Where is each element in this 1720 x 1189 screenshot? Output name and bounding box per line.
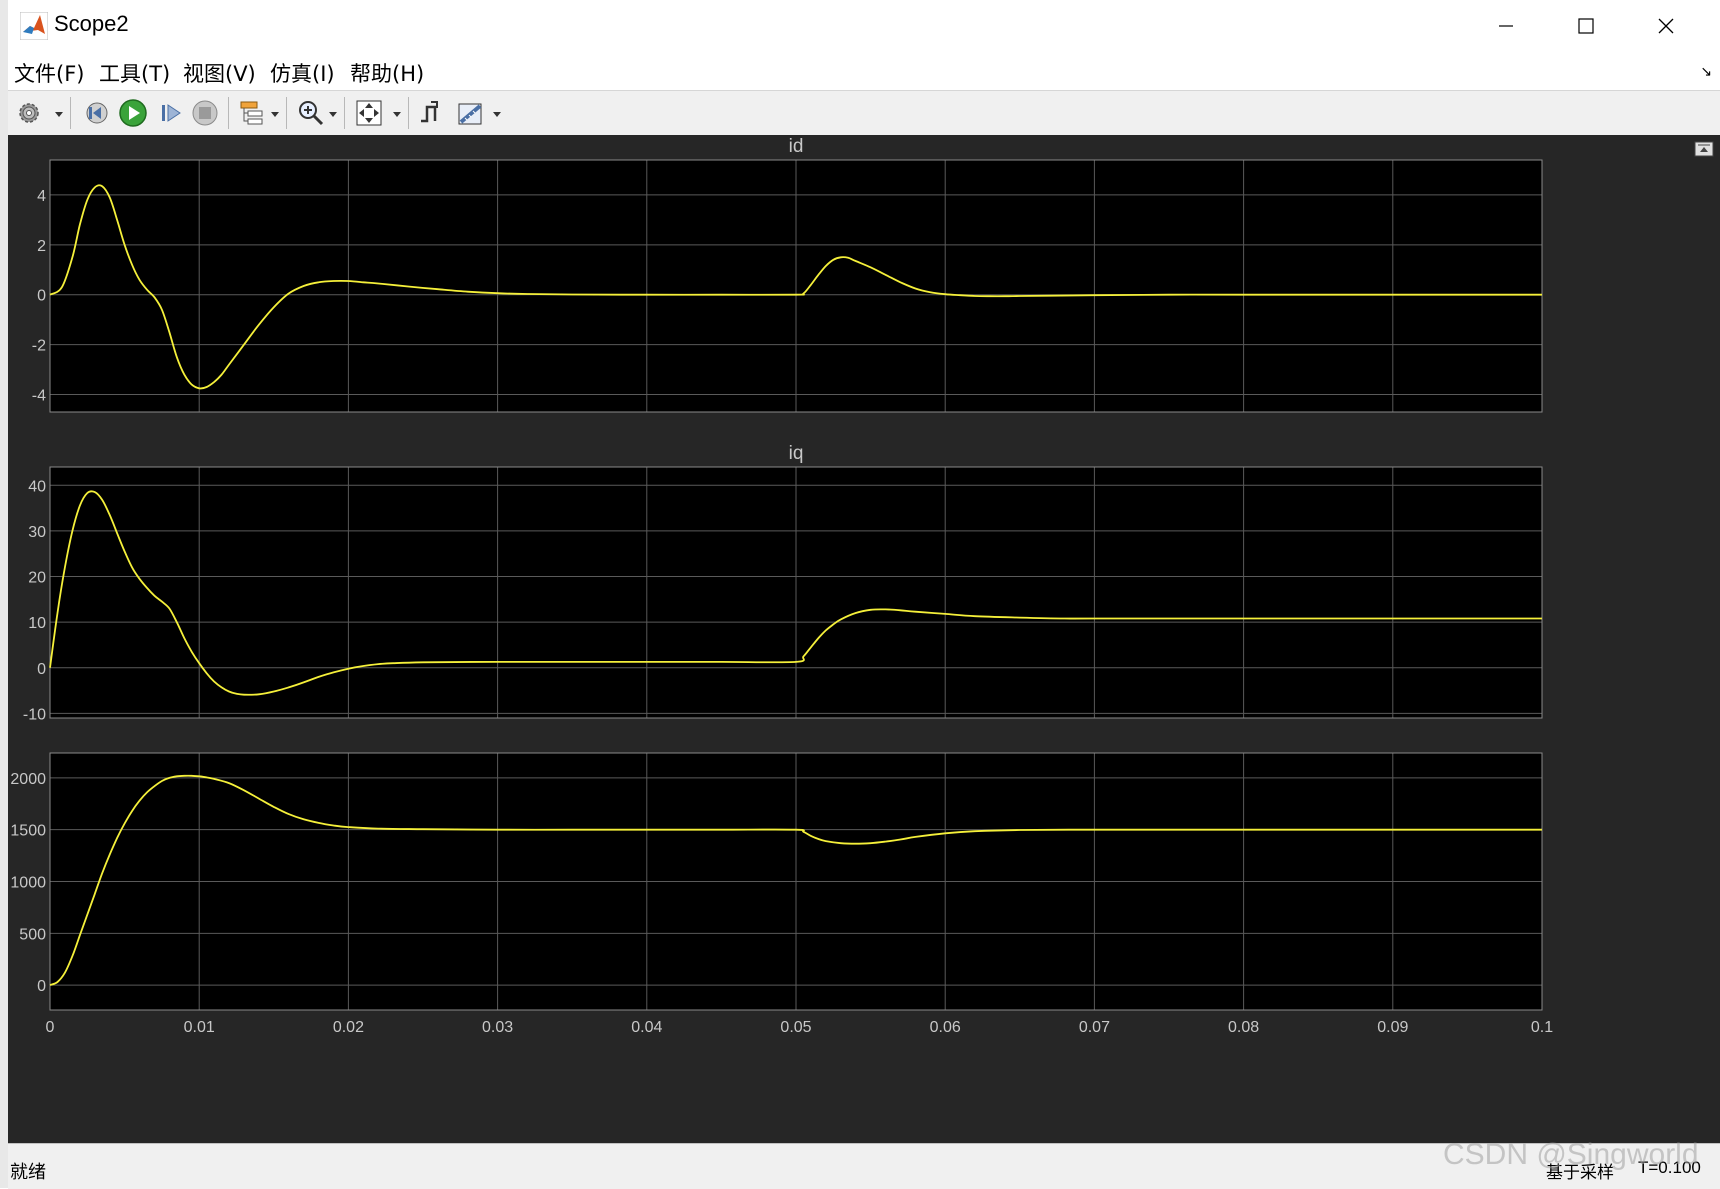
window-title: Scope2 [54,11,129,36]
fit-to-view-button[interactable] [352,97,386,129]
y-tick-label: -4 [32,388,46,405]
scope-window-root: Scope2 文件(F) 工具(T) 视图(V) 仿真(I) 帮助(H) ↘ -… [0,0,1720,1189]
y-tick-label: 1500 [10,823,46,840]
maximize-button[interactable] [1546,0,1626,52]
menu-simulation[interactable]: 仿真(I) [270,58,335,88]
zoom-in-icon [299,101,324,126]
x-tick-label: 0.04 [631,1019,662,1036]
menu-file[interactable]: 文件(F) [14,58,84,88]
x-tick-label: 0.05 [780,1019,811,1036]
matlab-logo-icon [20,12,48,40]
menu-bar: 文件(F) 工具(T) 视图(V) 仿真(I) 帮助(H) ↘ [8,52,1720,90]
watermark-text: CSDN @Singworld [1443,1138,1699,1171]
x-tick-label: 0.08 [1228,1019,1259,1036]
x-tick-label: 0.1 [1531,1019,1553,1036]
y-tick-label: -2 [32,338,46,355]
scope-window: Scope2 文件(F) 工具(T) 视图(V) 仿真(I) 帮助(H) ↘ -… [8,0,1720,1189]
x-tick-label: 0.02 [333,1019,364,1036]
toolbar-separator [70,97,71,129]
signal-hierarchy-button[interactable] [236,97,270,129]
toolbar-separator [286,97,287,129]
settings-button[interactable] [12,97,46,129]
x-tick-label: 0 [46,1019,55,1036]
triggers-icon [421,101,438,123]
toolbar [8,90,1720,136]
triggers-button[interactable] [414,97,448,129]
step-back-button[interactable] [78,97,112,129]
y-tick-label: 40 [28,478,46,495]
step-back-icon [86,102,108,124]
toolbar-separator [344,97,345,129]
run-button[interactable] [116,97,150,129]
fit-to-view-icon [356,100,382,126]
undock-icon[interactable] [1694,141,1714,157]
stop-button[interactable] [188,97,222,129]
y-tick-label: 0 [37,661,46,678]
axes-title: id [789,136,804,157]
title-bar[interactable]: Scope2 [8,0,1720,52]
menu-help[interactable]: 帮助(H) [350,58,424,88]
signal-hierarchy-icon [240,101,263,125]
zoom-dropdown-icon[interactable] [328,109,338,119]
y-tick-label: 10 [28,615,46,632]
x-tick-label: 0.09 [1377,1019,1408,1036]
y-tick-label: 1000 [10,875,46,892]
y-tick-label: 2 [37,238,46,255]
x-tick-label: 0.03 [482,1019,513,1036]
settings-dropdown-icon[interactable] [54,109,64,119]
step-forward-button[interactable] [154,97,188,129]
close-icon [1658,18,1674,34]
y-tick-label: 2000 [10,771,46,788]
menu-view[interactable]: 视图(V) [183,58,256,88]
close-button[interactable] [1626,0,1706,52]
minimize-button[interactable] [1466,0,1546,52]
step-forward-icon [162,104,181,122]
hierarchy-dropdown-icon[interactable] [270,109,280,119]
dock-pin-icon[interactable]: ↘ [1700,64,1712,80]
y-tick-label: 30 [28,524,46,541]
x-tick-label: 0.01 [184,1019,215,1036]
y-tick-label: 0 [37,978,46,995]
scope-display-area: -4 -2 0 2 4 id -10 0 10 20 30 40 iq 0 500 1000 1500 2000 0… [8,135,1720,1143]
status-ready-text: 就绪 [10,1162,46,1183]
maximize-icon [1578,18,1594,34]
scope-plots[interactable]: -4 -2 0 2 4 id -10 0 10 20 30 40 iq 0 500 1000 1500 2000 0… [8,135,1720,1143]
zoom-button[interactable] [294,97,328,129]
settings-gear-icon [19,103,39,123]
run-icon [119,99,147,127]
measurements-ruler-icon [458,103,482,125]
measurements-dropdown-icon[interactable] [492,109,502,119]
fit-dropdown-icon[interactable] [392,109,402,119]
minimize-icon [1499,25,1513,27]
y-tick-label: 20 [28,570,46,587]
measurements-button[interactable] [454,97,488,129]
toolbar-separator [228,97,229,129]
y-tick-label: -10 [23,706,46,723]
axes-title: iq [789,443,804,464]
y-tick-label: 4 [37,188,46,205]
menu-tools[interactable]: 工具(T) [99,58,170,88]
stop-icon [192,100,218,126]
x-tick-label: 0.07 [1079,1019,1110,1036]
x-tick-label: 0.06 [930,1019,961,1036]
y-tick-label: 500 [19,926,46,943]
y-tick-label: 0 [37,288,46,305]
toolbar-separator [408,97,409,129]
